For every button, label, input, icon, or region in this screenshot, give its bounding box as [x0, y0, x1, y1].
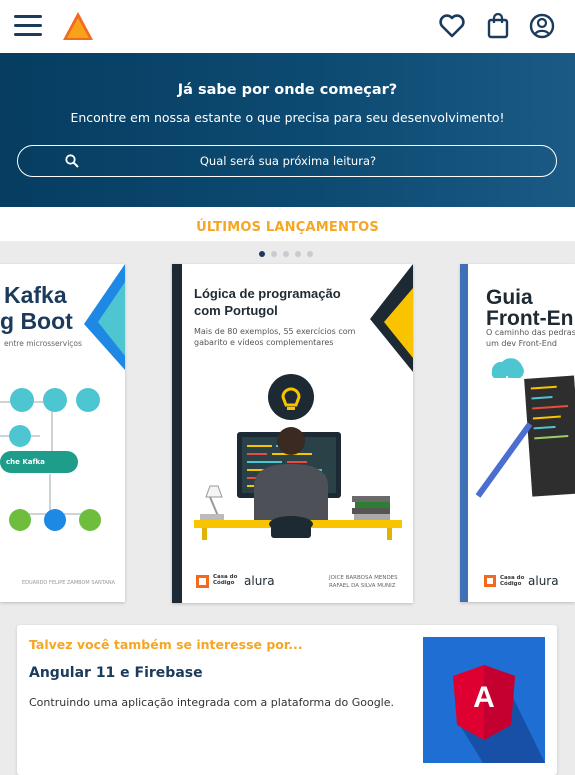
publisher-name: Casa do Código	[500, 575, 525, 587]
book-title: Lógica de programação	[194, 286, 341, 301]
book-subtitle: Mais de 80 exemplos, 55 exercícios com	[194, 327, 356, 336]
partner-logo: alura	[528, 574, 559, 588]
book-subtitle: gabarito e vídeos complementares	[194, 338, 334, 347]
partner-logo: alura	[244, 574, 275, 588]
hero-banner: Já sabe por onde começar? Encontre em no…	[0, 53, 575, 207]
carousel-dot[interactable]	[283, 251, 289, 257]
carousel-dot[interactable]	[259, 251, 265, 257]
carousel-dot[interactable]	[295, 251, 301, 257]
carousel-dots	[259, 251, 319, 257]
book-author: JOICE BARBOSA MENDES	[329, 575, 398, 581]
suggestion-description: Contruindo uma aplicação integrada com a…	[29, 696, 395, 709]
hamburger-menu-icon[interactable]	[14, 15, 42, 37]
shopping-bag-icon[interactable]	[484, 12, 512, 40]
book-title: com Portugol	[194, 303, 278, 318]
book-cover-logica-programacao[interactable]: Lógica de programação com Portugol Mais …	[172, 264, 413, 603]
publisher-name: Casa do Código	[213, 574, 238, 586]
book-title: g Boot	[0, 308, 73, 334]
hero-subtitle: Encontre em nossa estante o que precisa …	[70, 110, 505, 125]
book-cover-kafka[interactable]: Kafka g Boot entre microsserviços che Ka…	[0, 264, 125, 602]
user-account-icon[interactable]	[528, 12, 556, 40]
book-subtitle: um dev Front-End	[486, 339, 558, 348]
carousel-dot[interactable]	[307, 251, 313, 257]
search-input[interactable]: Qual será sua próxima leitura?	[17, 145, 557, 177]
suggestion-card[interactable]: Talvez você também se interesse por... A…	[17, 625, 557, 775]
carousel-dot[interactable]	[271, 251, 277, 257]
hero-title: Já sabe por onde começar?	[177, 82, 398, 98]
angular-letter: A	[473, 681, 495, 714]
book-subtitle: entre microsserviços	[4, 339, 82, 348]
releases-section-header: ÚLTIMOS LANÇAMENTOS	[0, 207, 575, 241]
suggestion-title[interactable]: Angular 11 e Firebase	[29, 665, 203, 681]
diagram-label: che Kafka	[6, 458, 45, 466]
releases-heading: ÚLTIMOS LANÇAMENTOS	[196, 220, 379, 235]
top-bar	[0, 0, 575, 53]
book-subtitle: O caminho das pedras pa	[486, 328, 575, 337]
heart-icon[interactable]	[438, 12, 466, 40]
search-placeholder: Qual será sua próxima leitura?	[199, 154, 377, 168]
book-author: RAFAEL DA SILVA MUNIZ	[329, 583, 396, 589]
triangle-logo-icon[interactable]	[62, 10, 94, 42]
suggestion-kicker: Talvez você também se interesse por...	[29, 637, 303, 652]
angular-book-thumbnail[interactable]: A	[423, 637, 545, 763]
book-cover-guia-front-end[interactable]: Guia Front-En O caminho das pedras pa um…	[460, 264, 575, 602]
book-authors: EDUARDO FELIPE ZAMBOM SANTANA	[22, 580, 116, 586]
book-title: Kafka	[4, 282, 67, 308]
